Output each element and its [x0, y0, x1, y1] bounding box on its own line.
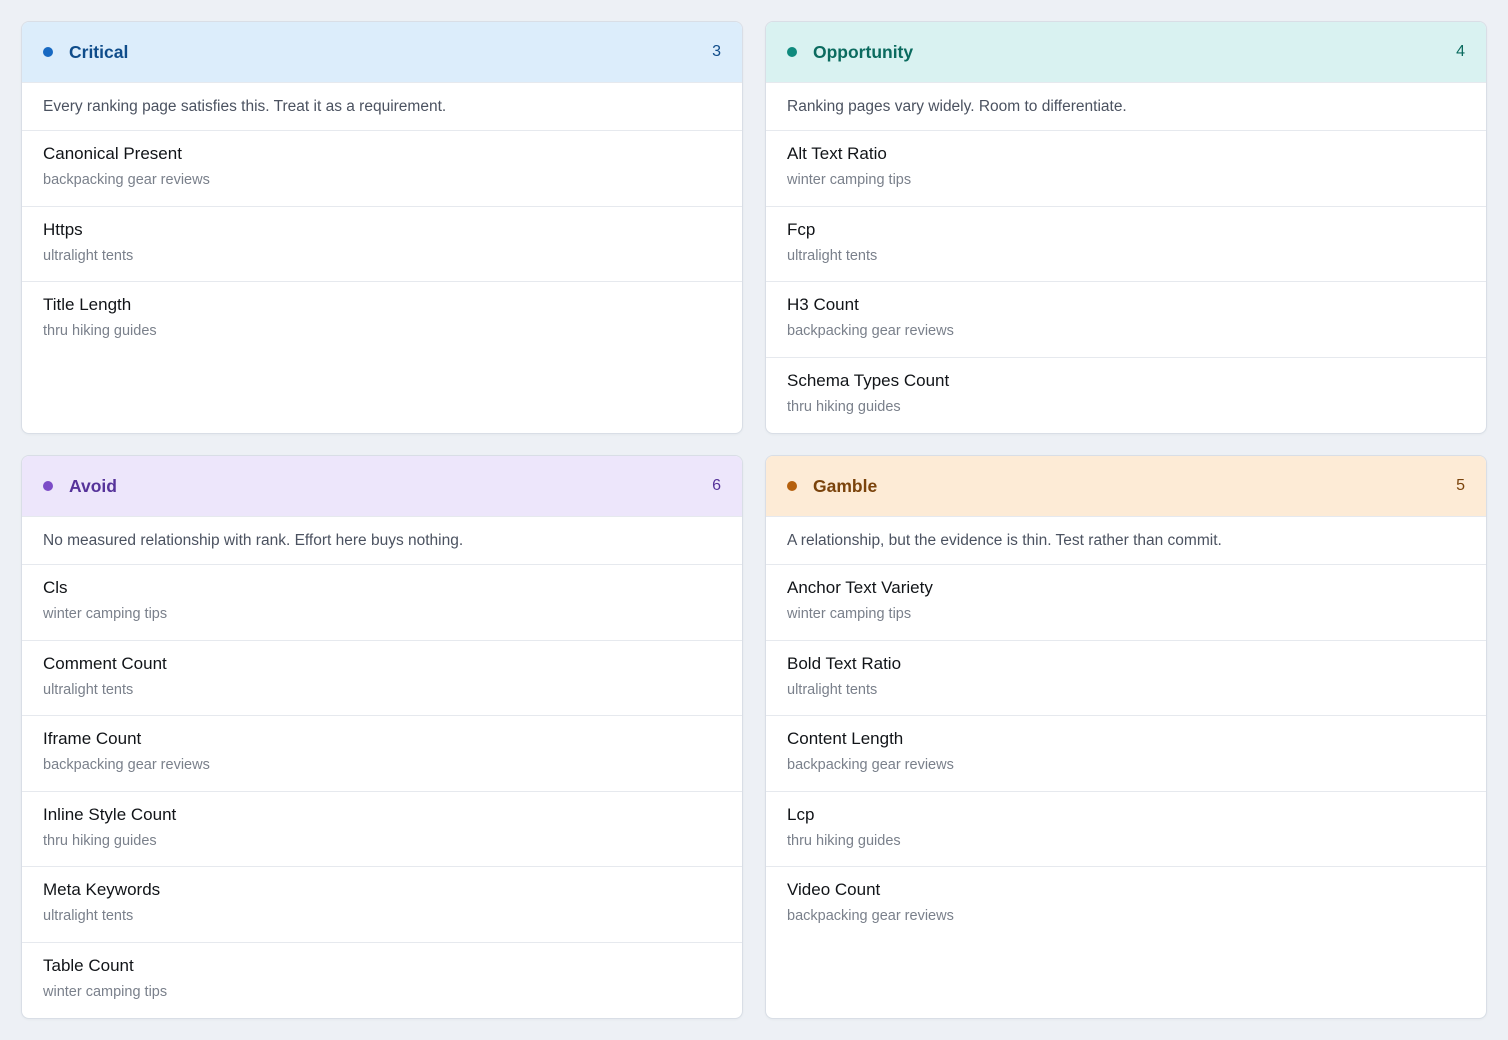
list-item[interactable]: Lcp thru hiking guides [766, 792, 1486, 868]
item-subtitle: backpacking gear reviews [787, 323, 954, 340]
item-name: Bold Text Ratio [787, 653, 902, 673]
item-subtitle: winter camping tips [43, 983, 168, 1000]
item-name: Alt Text Ratio [787, 144, 887, 163]
item-subtitle: winter camping tips [43, 606, 168, 622]
item-subtitle: ultralight tents [43, 908, 134, 925]
item-subtitle: winter camping tips [787, 172, 912, 188]
item-subtitle: ultralight tents [43, 247, 134, 264]
list-item[interactable]: Comment Count ultralight tents [22, 641, 742, 717]
item-subtitle: ultralight tents [43, 681, 134, 698]
list-item[interactable]: Iframe Count backpacking gear reviews [22, 716, 742, 792]
quadrant-description: No measured relationship with rank. Effo… [22, 517, 742, 565]
status-dot-icon [787, 47, 797, 57]
quadrant-count: 6 [712, 477, 721, 494]
item-subtitle: ultralight tents [787, 247, 878, 264]
item-subtitle: thru hiking guides [43, 323, 157, 340]
list-item[interactable]: Anchor Text Variety winter camping tips [766, 565, 1486, 641]
item-name: Table Count [43, 955, 134, 975]
item-name: Fcp [787, 219, 816, 239]
list-item[interactable]: Video Count backpacking gear reviews [766, 867, 1486, 943]
list-item[interactable]: Title Length thru hiking guides [22, 282, 742, 358]
item-subtitle: thru hiking guides [787, 832, 901, 849]
quadrant-item-list: Cls winter camping tips Comment Count ul… [22, 565, 742, 1018]
quadrant-header: Avoid 6 [22, 456, 742, 517]
quadrant-item-list: Anchor Text Variety winter camping tips … [766, 565, 1486, 943]
item-name: Cls [43, 578, 68, 597]
status-dot-icon [787, 481, 797, 491]
status-dot-icon [43, 481, 53, 491]
item-name: Content Length [787, 729, 904, 749]
quadrant-card-avoid: Avoid 6 No measured relationship with ra… [21, 455, 743, 1019]
quadrant-header: Opportunity 4 [766, 22, 1486, 83]
quadrant-description: Every ranking page satisfies this. Treat… [22, 83, 742, 131]
list-item[interactable]: Canonical Present backpacking gear revie… [22, 131, 742, 207]
quadrant-grid: Critical 3 Every ranking page satisfies … [21, 21, 1487, 1019]
item-name: Anchor Text Variety [787, 578, 933, 597]
item-name: Schema Types Count [787, 370, 950, 390]
item-subtitle: backpacking gear reviews [43, 757, 210, 774]
item-name: Inline Style Count [43, 804, 177, 824]
list-item[interactable]: Bold Text Ratio ultralight tents [766, 641, 1486, 717]
quadrant-title: Opportunity [813, 41, 914, 62]
item-name: H3 Count [787, 295, 859, 315]
list-item[interactable]: Content Length backpacking gear reviews [766, 716, 1486, 792]
item-subtitle: backpacking gear reviews [787, 757, 954, 774]
list-item[interactable]: H3 Count backpacking gear reviews [766, 282, 1486, 358]
quadrant-card-gamble: Gamble 5 A relationship, but the evidenc… [765, 455, 1487, 1019]
item-subtitle: backpacking gear reviews [787, 908, 954, 925]
quadrant-count: 4 [1456, 43, 1465, 60]
list-item[interactable]: Schema Types Count thru hiking guides [766, 358, 1486, 433]
item-subtitle: winter camping tips [787, 606, 912, 622]
quadrant-card-opportunity: Opportunity 4 Ranking pages vary widely.… [765, 21, 1487, 434]
item-name: Comment Count [43, 653, 167, 673]
quadrant-description: A relationship, but the evidence is thin… [766, 517, 1486, 565]
quadrant-title: Gamble [813, 475, 878, 496]
quadrant-count: 3 [712, 43, 721, 60]
list-item[interactable]: Alt Text Ratio winter camping tips [766, 131, 1486, 207]
item-name: Https [43, 219, 83, 239]
quadrant-header: Critical 3 [22, 22, 742, 83]
item-subtitle: ultralight tents [787, 681, 878, 698]
quadrant-item-list: Canonical Present backpacking gear revie… [22, 131, 742, 358]
item-name: Lcp [787, 804, 815, 824]
item-name: Title Length [43, 295, 132, 315]
quadrant-item-list: Alt Text Ratio winter camping tips Fcp u… [766, 131, 1486, 433]
quadrant-title: Critical [69, 41, 129, 62]
status-dot-icon [43, 47, 53, 57]
quadrant-count: 5 [1456, 477, 1465, 494]
quadrant-title: Avoid [69, 475, 117, 496]
item-subtitle: backpacking gear reviews [43, 172, 210, 188]
quadrant-card-critical: Critical 3 Every ranking page satisfies … [21, 21, 743, 434]
list-item[interactable]: Cls winter camping tips [22, 565, 742, 641]
item-subtitle: thru hiking guides [787, 398, 901, 415]
list-item[interactable]: Meta Keywords ultralight tents [22, 867, 742, 943]
item-name: Canonical Present [43, 144, 182, 163]
item-name: Video Count [787, 880, 881, 900]
quadrant-header: Gamble 5 [766, 456, 1486, 517]
item-subtitle: thru hiking guides [43, 832, 157, 849]
list-item[interactable]: Fcp ultralight tents [766, 207, 1486, 283]
item-name: Meta Keywords [43, 880, 161, 900]
list-item[interactable]: Inline Style Count thru hiking guides [22, 792, 742, 868]
list-item[interactable]: Table Count winter camping tips [22, 943, 742, 1018]
quadrant-description: Ranking pages vary widely. Room to diffe… [766, 83, 1486, 131]
list-item[interactable]: Https ultralight tents [22, 207, 742, 283]
item-name: Iframe Count [43, 729, 142, 749]
